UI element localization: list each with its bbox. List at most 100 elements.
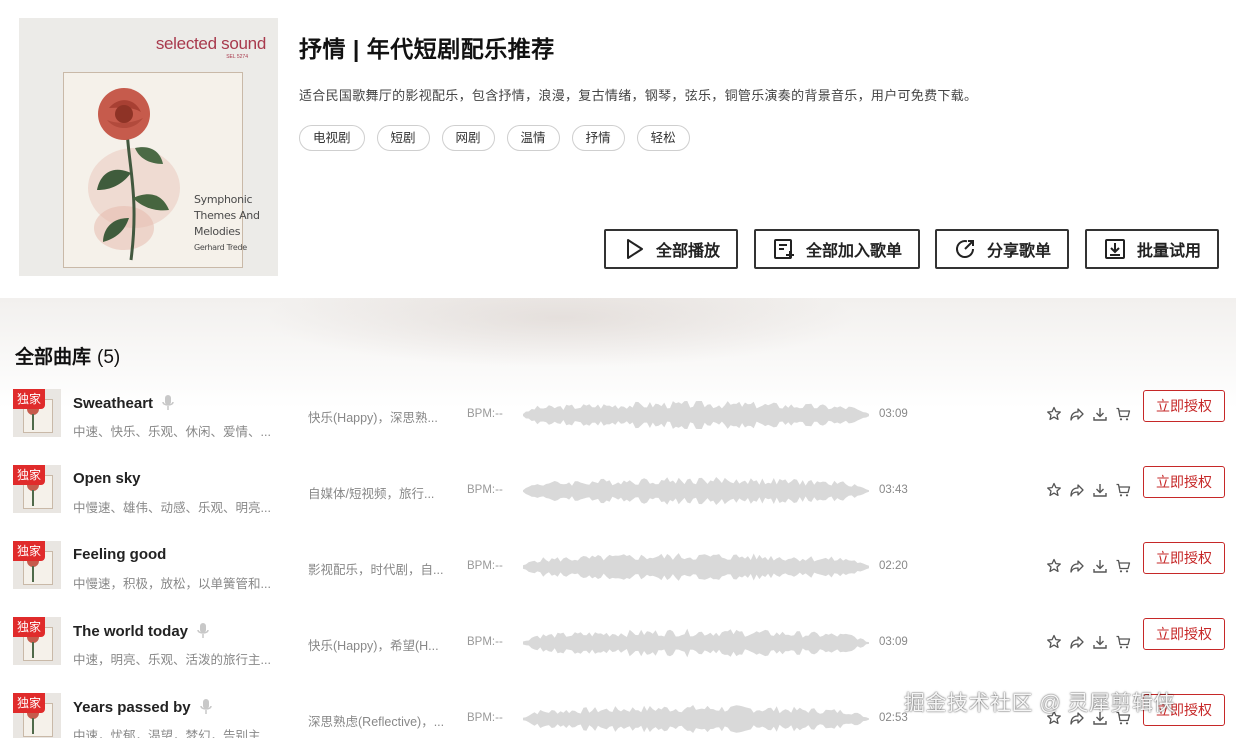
row-actions bbox=[1046, 634, 1131, 650]
tag-chip[interactable]: 网剧 bbox=[441, 125, 495, 151]
tag-chip[interactable]: 温情 bbox=[506, 125, 560, 151]
row-actions bbox=[1046, 482, 1131, 498]
song-row[interactable]: 独家 Feeling good 中慢速，积极，放松，以单簧管和... 影视配乐，时代剧… bbox=[0, 541, 1236, 617]
cover-line-1: Symphonic bbox=[194, 193, 253, 206]
song-bpm: BPM:-- bbox=[467, 636, 503, 648]
cart-icon[interactable] bbox=[1115, 406, 1131, 422]
add-all-to-playlist-button[interactable]: 全部加入歌单 bbox=[754, 229, 920, 269]
row-actions bbox=[1046, 558, 1131, 574]
cover-catalog: SEL 5274 bbox=[226, 54, 248, 60]
library-title-label: 全部曲库 bbox=[15, 347, 92, 368]
tag-chip[interactable]: 轻松 bbox=[636, 125, 690, 151]
tag-chip[interactable]: 抒情 bbox=[571, 125, 625, 151]
song-duration: 03:43 bbox=[879, 484, 908, 496]
star-icon[interactable] bbox=[1046, 634, 1062, 650]
song-duration: 02:20 bbox=[879, 560, 908, 572]
exclusive-badge: 独家 bbox=[13, 465, 45, 485]
song-tags: 中速、快乐、乐观、休闲、爱情、... bbox=[73, 425, 271, 439]
cover-line-2: Themes And bbox=[194, 209, 260, 222]
song-mood: 快乐(Happy)，深思熟... bbox=[308, 411, 438, 425]
waveform[interactable] bbox=[523, 701, 869, 737]
song-title[interactable]: Feeling good bbox=[73, 546, 166, 563]
exclusive-badge: 独家 bbox=[13, 617, 45, 637]
waveform[interactable] bbox=[523, 397, 869, 433]
song-title-wrap: Open sky bbox=[73, 470, 141, 487]
exclusive-badge: 独家 bbox=[13, 693, 45, 713]
song-row[interactable]: 独家 The world today 中速，明亮、乐观、活泼的旅行主... 快乐(Ha… bbox=[0, 617, 1236, 693]
song-bpm: BPM:-- bbox=[467, 560, 503, 572]
song-title-wrap: Sweatheart bbox=[73, 394, 175, 412]
playlist-description: 适合民国歌舞厅的影视配乐，包含抒情，浪漫，复古情绪，钢琴，弦乐，铜管乐演奏的背景… bbox=[299, 88, 978, 103]
library-count: (5) bbox=[97, 347, 121, 368]
license-button[interactable]: 立即授权 bbox=[1143, 542, 1225, 574]
rose-stem bbox=[32, 566, 34, 582]
exclusive-badge: 独家 bbox=[13, 541, 45, 561]
rose-illustration bbox=[88, 88, 180, 261]
song-title-wrap: Feeling good bbox=[73, 546, 166, 563]
song-mood: 自媒体/短视频，旅行... bbox=[308, 487, 435, 501]
playlist-cover: selected sound SEL 5274 Symphonic Themes… bbox=[19, 18, 278, 276]
cart-icon[interactable] bbox=[1115, 558, 1131, 574]
song-row[interactable]: 独家 Open sky 中慢速、雄伟、动感、乐观、明亮... 自媒体/短视频，旅行..… bbox=[0, 465, 1236, 541]
song-duration: 03:09 bbox=[879, 636, 908, 648]
rose-stem bbox=[32, 642, 34, 658]
exclusive-badge: 独家 bbox=[13, 389, 45, 409]
tag-chip[interactable]: 电视剧 bbox=[299, 125, 365, 151]
download-icon[interactable] bbox=[1092, 406, 1108, 422]
waveform[interactable] bbox=[523, 549, 869, 585]
star-icon[interactable] bbox=[1046, 406, 1062, 422]
download-icon[interactable] bbox=[1092, 482, 1108, 498]
cover-artist: Gerhard Trede bbox=[194, 243, 247, 252]
song-tags: 中慢速，积极，放松，以单簧管和... bbox=[73, 577, 271, 591]
tag-chip[interactable]: 短剧 bbox=[376, 125, 430, 151]
license-button[interactable]: 立即授权 bbox=[1143, 618, 1225, 650]
star-icon[interactable] bbox=[1046, 558, 1062, 574]
song-bpm: BPM:-- bbox=[467, 408, 503, 420]
song-mood: 快乐(Happy)，希望(H... bbox=[308, 639, 439, 653]
playlist-header: selected sound SEL 5274 Symphonic Themes… bbox=[0, 0, 1236, 298]
song-row[interactable]: 独家 Sweatheart 中速、快乐、乐观、休闲、爱情、... 快乐(Happy)，… bbox=[0, 389, 1236, 465]
tag-list: 电视剧 短剧 网剧 温情 抒情 轻松 bbox=[299, 125, 690, 151]
download-icon[interactable] bbox=[1092, 634, 1108, 650]
add-all-label: 全部加入歌单 bbox=[805, 243, 902, 260]
play-all-label: 全部播放 bbox=[655, 243, 720, 260]
song-title-wrap: Years passed by bbox=[73, 698, 213, 716]
play-all-button[interactable]: 全部播放 bbox=[604, 229, 738, 269]
share-arrow-icon[interactable] bbox=[1069, 558, 1085, 574]
star-icon[interactable] bbox=[1046, 482, 1062, 498]
song-title[interactable]: Years passed by bbox=[73, 699, 191, 716]
mic-icon bbox=[197, 623, 209, 638]
download-icon[interactable] bbox=[1092, 558, 1108, 574]
song-title[interactable]: The world today bbox=[73, 623, 188, 640]
waveform[interactable] bbox=[523, 625, 869, 661]
share-arrow-icon[interactable] bbox=[1069, 482, 1085, 498]
song-title[interactable]: Open sky bbox=[73, 470, 141, 487]
license-button[interactable]: 立即授权 bbox=[1143, 466, 1225, 498]
cart-icon[interactable] bbox=[1115, 634, 1131, 650]
share-label: 分享歌单 bbox=[986, 243, 1051, 260]
license-button[interactable]: 立即授权 bbox=[1143, 390, 1225, 422]
rose-stem bbox=[32, 490, 34, 506]
rose-stem bbox=[32, 414, 34, 430]
rose-stem bbox=[32, 718, 34, 734]
song-mood: 深思熟虑(Reflective)，... bbox=[308, 715, 445, 729]
share-arrow-icon[interactable] bbox=[1069, 634, 1085, 650]
share-playlist-button[interactable]: 分享歌单 bbox=[935, 229, 1069, 269]
batch-try-label: 批量试用 bbox=[1136, 243, 1201, 260]
song-title[interactable]: Sweatheart bbox=[73, 395, 153, 412]
mic-icon bbox=[162, 395, 174, 410]
download-box-icon bbox=[1104, 239, 1125, 259]
song-bpm: BPM:-- bbox=[467, 712, 503, 724]
waveform[interactable] bbox=[523, 473, 869, 509]
mic-icon bbox=[199, 699, 212, 714]
play-icon bbox=[626, 239, 643, 259]
song-title-wrap: The world today bbox=[73, 622, 210, 640]
song-duration: 03:09 bbox=[879, 408, 908, 420]
song-tags: 中速，忧郁，渴望，梦幻，告别主... bbox=[73, 729, 271, 738]
cart-icon[interactable] bbox=[1115, 482, 1131, 498]
share-icon bbox=[956, 240, 974, 258]
share-arrow-icon[interactable] bbox=[1069, 406, 1085, 422]
song-tags: 中速，明亮、乐观、活泼的旅行主... bbox=[73, 653, 271, 667]
library-title: 全部曲库 (5) bbox=[15, 342, 120, 369]
batch-try-button[interactable]: 批量试用 bbox=[1085, 229, 1219, 269]
